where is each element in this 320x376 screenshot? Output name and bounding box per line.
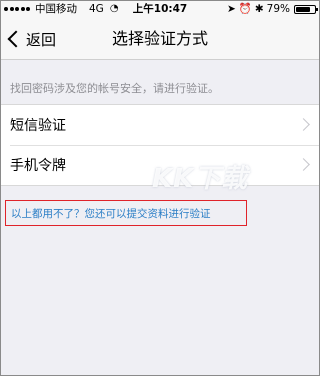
page-title: 选择验证方式 [111, 29, 208, 48]
alarm-icon: ⏰ [238, 3, 252, 15]
option-label: 短信验证 [10, 118, 66, 134]
option-label: 手机令牌 [10, 158, 66, 174]
chevron-right-icon [297, 158, 310, 171]
status-bar: 中国移动 4G ◔ 上午10:47 ➤ ⏰ ✱ 79% [0, 0, 320, 18]
chevron-right-icon [297, 118, 310, 131]
location-icon: ➤ [226, 3, 236, 15]
battery-icon [294, 4, 318, 14]
watermark-logo: KK下载 [152, 164, 249, 194]
status-right: ➤ ⏰ ✱ 79% [226, 0, 318, 18]
option-sms-verification[interactable]: 短信验证 [0, 105, 320, 145]
alt-link-text: 以上都用不了？您还可以提交资料进行验证 [11, 207, 211, 220]
security-hint: 找回密码涉及您的帐号安全，请进行验证。 [10, 82, 219, 95]
battery-percent: 79% [266, 3, 290, 15]
submit-info-verification-link[interactable]: 以上都用不了？您还可以提交资料进行验证 [5, 200, 247, 226]
navigation-bar: 返回 选择验证方式 [0, 18, 320, 60]
bluetooth-icon: ✱ [254, 3, 264, 15]
battery-fill [296, 6, 310, 12]
